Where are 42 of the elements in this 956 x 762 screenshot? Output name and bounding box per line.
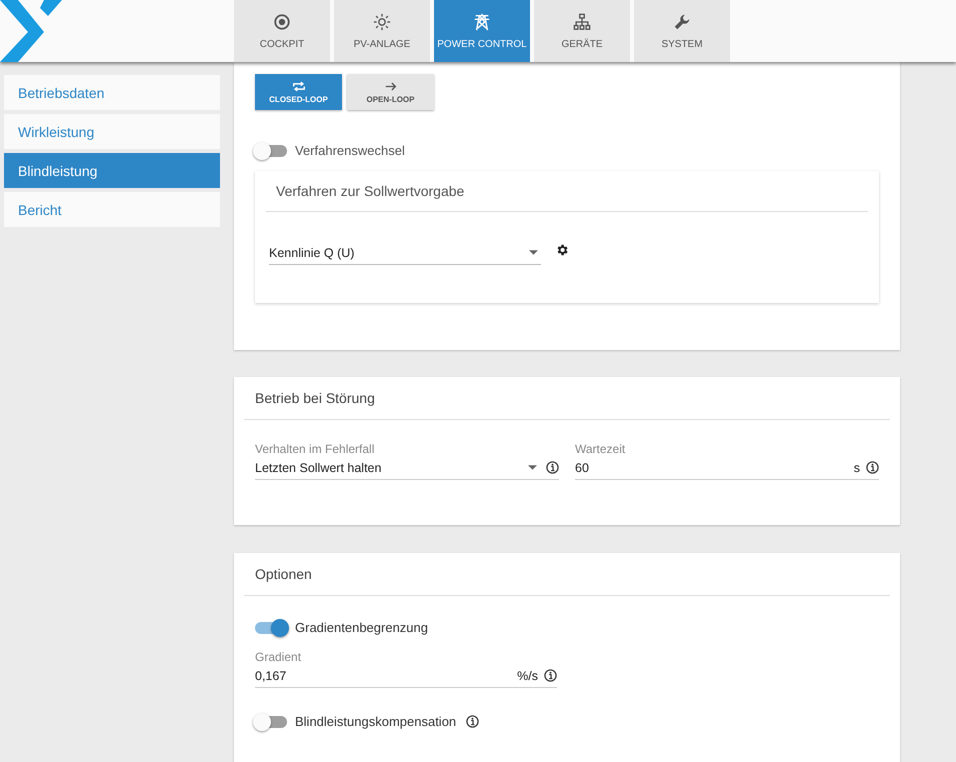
field-label: Wartezeit (575, 442, 626, 456)
card-title: Betrieb bei Störung (244, 377, 890, 420)
input-field[interactable]: 0,167 %/s (255, 664, 538, 687)
field-label: Gradient (255, 650, 302, 664)
toggle-label: Gradientenbegrenzung (295, 620, 428, 635)
arrow-right-icon (384, 80, 398, 92)
settings-icon[interactable] (555, 243, 569, 257)
repeat-icon (292, 80, 306, 92)
toggle-switch[interactable] (255, 144, 287, 156)
card-title: Optionen (244, 553, 890, 596)
wrench-icon (673, 12, 691, 30)
field-label: Verhalten im Fehlerfall (255, 442, 376, 456)
mode-button[interactable]: OPEN-LOOP (347, 74, 434, 110)
toggle-label: Blindleistungskompensation (295, 714, 456, 729)
select-field[interactable]: Letzten Sollwert halten (255, 456, 540, 479)
info-icon[interactable] (546, 461, 559, 474)
mode-button[interactable]: CLOSED-LOOP (255, 74, 342, 110)
sidebar-item[interactable]: Blindleistung (4, 153, 220, 188)
sun-icon (373, 12, 391, 30)
info-icon[interactable] (544, 669, 557, 682)
toggle-switch[interactable] (255, 622, 287, 634)
nav-tab[interactable]: SYSTEM (634, 0, 730, 62)
input-field[interactable]: 60 s (575, 456, 860, 479)
sidebar-item[interactable]: Betriebsdaten (4, 75, 220, 110)
target-icon (273, 12, 291, 30)
section-title: Verfahren zur Sollwertvorgabe (266, 171, 868, 212)
toggle-switch[interactable] (255, 716, 287, 728)
sidebar-item[interactable]: Bericht (4, 192, 220, 227)
logo-icon (0, 0, 62, 62)
select-field[interactable]: Kennlinie Q (U) (269, 241, 541, 265)
hierarchy-icon (573, 12, 591, 30)
info-icon[interactable] (466, 715, 480, 728)
toggle-label: Verfahrenswechsel (295, 143, 405, 158)
nav-tab[interactable]: PV-ANLAGE (334, 0, 430, 62)
info-icon[interactable] (866, 461, 879, 474)
caret-icon (529, 250, 538, 255)
nav-tab[interactable]: POWER CONTROL (434, 0, 530, 62)
nav-tab[interactable]: GERÄTE (534, 0, 630, 62)
nav-tab[interactable]: COCKPIT (234, 0, 330, 62)
sidebar-item[interactable]: Wirkleistung (4, 114, 220, 149)
power-pylon-icon (473, 12, 491, 30)
caret-icon (528, 465, 537, 470)
